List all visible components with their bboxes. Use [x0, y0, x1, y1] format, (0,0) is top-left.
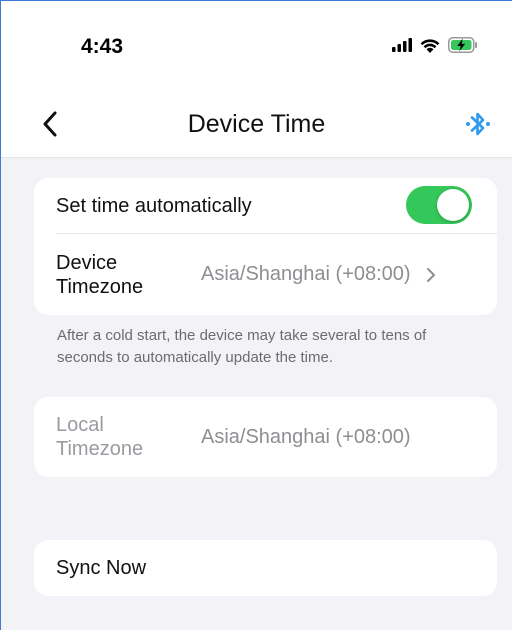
status-time: 4:43	[81, 35, 124, 58]
bluetooth-button[interactable]	[464, 108, 492, 140]
sync-now-label: Sync Now	[56, 557, 147, 579]
page-title: Device Time	[187, 110, 326, 138]
local-timezone-card: Local Timezone Asia/Shanghai (+08:00)	[34, 397, 497, 477]
device-timezone-value: Asia/Shanghai (+08:00)	[201, 263, 411, 285]
local-timezone-value: Asia/Shanghai (+08:00)	[201, 425, 411, 448]
chevron-right-icon	[426, 267, 436, 283]
auto-time-toggle[interactable]	[406, 186, 472, 224]
sync-now-row: Sync Now	[34, 540, 497, 596]
device-timezone-label: Device Timezone	[56, 251, 144, 298]
header: 4:43 Device Time	[1, 1, 512, 158]
battery-charging-icon	[448, 37, 478, 58]
status-icons	[392, 37, 478, 58]
cold-start-note: After a cold start, the device may take …	[57, 327, 427, 366]
bluetooth-icon	[466, 112, 490, 136]
device-timezone-row[interactable]: Device Timezone Asia/Shanghai (+08:00)	[34, 234, 497, 315]
local-timezone-label: Local Timezone	[56, 414, 144, 460]
signal-icon	[392, 38, 412, 57]
app-frame: 4:43 Device Time Set time automatically …	[0, 0, 512, 630]
sync-now-button[interactable]: Sync Now	[34, 540, 497, 596]
local-timezone-row: Local Timezone Asia/Shanghai (+08:00)	[34, 397, 497, 477]
auto-time-label: Set time automatically	[56, 194, 252, 217]
toggle-knob	[437, 189, 469, 221]
time-settings-card: Set time automatically Device Timezone A…	[34, 178, 497, 315]
wifi-icon	[420, 38, 440, 58]
